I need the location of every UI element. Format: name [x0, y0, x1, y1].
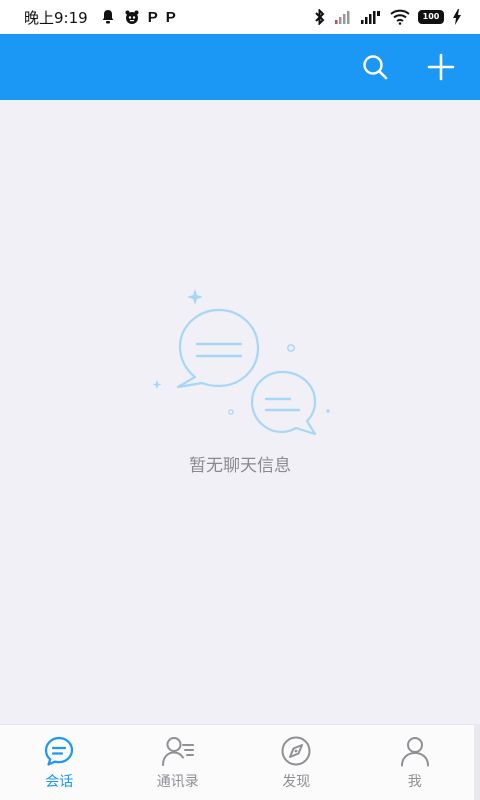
tab-me[interactable]: 我: [356, 725, 475, 800]
status-right: 100: [314, 9, 462, 25]
status-left: 晚上9:19 P P: [24, 7, 176, 28]
bottom-nav: 会话 通讯录 发现 我: [0, 724, 474, 800]
battery-level: 100: [422, 12, 440, 21]
search-button[interactable]: [360, 52, 390, 82]
compass-icon: [281, 736, 311, 766]
p-app-icon: P: [147, 8, 158, 26]
chat-bubbles-illustration: [152, 289, 330, 436]
tab-conversations[interactable]: 会话: [0, 725, 119, 800]
p-app-icon-2: P: [165, 8, 176, 26]
status-time: 晚上9:19: [24, 8, 88, 27]
bluetooth-icon: [314, 9, 326, 25]
signal-hd-icon: [334, 10, 352, 24]
notification-bell-icon: [100, 9, 116, 25]
app-notification-icon: [124, 9, 140, 25]
tab-label: 发现: [282, 774, 311, 790]
tab-label: 通讯录: [156, 774, 199, 790]
contacts-icon: [161, 737, 194, 766]
empty-state-message: 暂无聊天信息: [189, 456, 291, 476]
add-button[interactable]: [426, 52, 456, 82]
chat-icon: [45, 736, 74, 766]
tab-discover[interactable]: 发现: [237, 725, 356, 800]
app-bar: [0, 34, 480, 100]
wifi-icon: [390, 9, 410, 25]
profile-icon: [400, 737, 429, 767]
signal-icon: [360, 10, 382, 24]
tab-label: 会话: [45, 774, 74, 790]
tab-label: 我: [407, 774, 422, 790]
search-icon: [363, 55, 388, 80]
plus-icon: [427, 53, 455, 81]
tab-contacts[interactable]: 通讯录: [119, 725, 238, 800]
screen-edge: [474, 724, 480, 800]
charging-icon: [452, 9, 462, 25]
battery-icon: 100: [418, 10, 444, 24]
status-bar: 晚上9:19 P P 100: [0, 0, 480, 34]
